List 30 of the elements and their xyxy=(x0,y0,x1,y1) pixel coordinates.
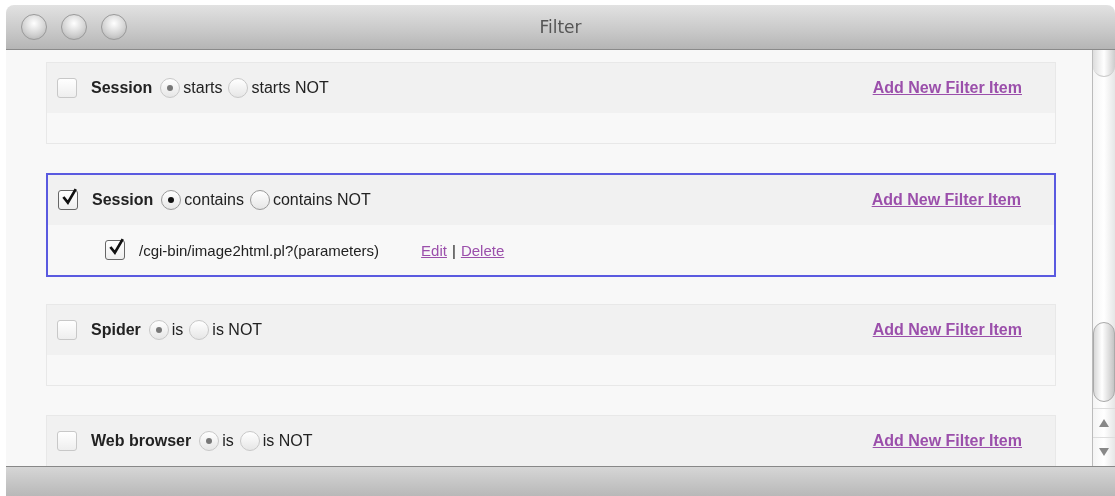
radio-option[interactable]: is NOT xyxy=(239,431,313,451)
filter-label: Web browser xyxy=(91,432,192,450)
separator: | xyxy=(451,241,456,259)
radio-option[interactable]: is NOT xyxy=(189,320,263,340)
filter-label: Spider xyxy=(91,321,141,339)
scrollbar[interactable] xyxy=(1092,50,1115,466)
checkbox[interactable] xyxy=(57,431,77,451)
add-filter-item-link[interactable]: Add New Filter Item xyxy=(872,321,1022,339)
edit-link[interactable]: Edit xyxy=(421,241,447,259)
filter-label: Session xyxy=(92,191,154,209)
window-title: Filter xyxy=(539,17,582,37)
filter-item-path: /cgi-bin/image2html.pl?(parameters) xyxy=(139,241,380,259)
radio-option[interactable]: starts NOT xyxy=(228,78,329,98)
minimize-button[interactable] xyxy=(61,14,87,40)
zoom-button[interactable] xyxy=(101,14,127,40)
filter-label: Session xyxy=(91,79,153,97)
radio-option[interactable]: contains xyxy=(161,190,244,210)
scroll-thumb[interactable] xyxy=(1093,322,1115,402)
add-filter-item-link[interactable]: Add New Filter Item xyxy=(872,432,1022,450)
delete-link[interactable]: Delete xyxy=(460,241,505,259)
add-filter-item-link[interactable]: Add New Filter Item xyxy=(872,79,1022,97)
checkbox[interactable] xyxy=(57,78,77,98)
scrollbar-cap xyxy=(1093,50,1115,77)
checkbox[interactable] xyxy=(57,320,77,340)
close-button[interactable] xyxy=(21,14,47,40)
add-filter-item-link[interactable]: Add New Filter Item xyxy=(871,191,1021,209)
checkbox[interactable] xyxy=(105,240,125,260)
radio-option[interactable]: starts xyxy=(160,78,223,98)
radio-option[interactable]: contains NOT xyxy=(249,190,371,210)
checkbox[interactable] xyxy=(58,190,78,210)
